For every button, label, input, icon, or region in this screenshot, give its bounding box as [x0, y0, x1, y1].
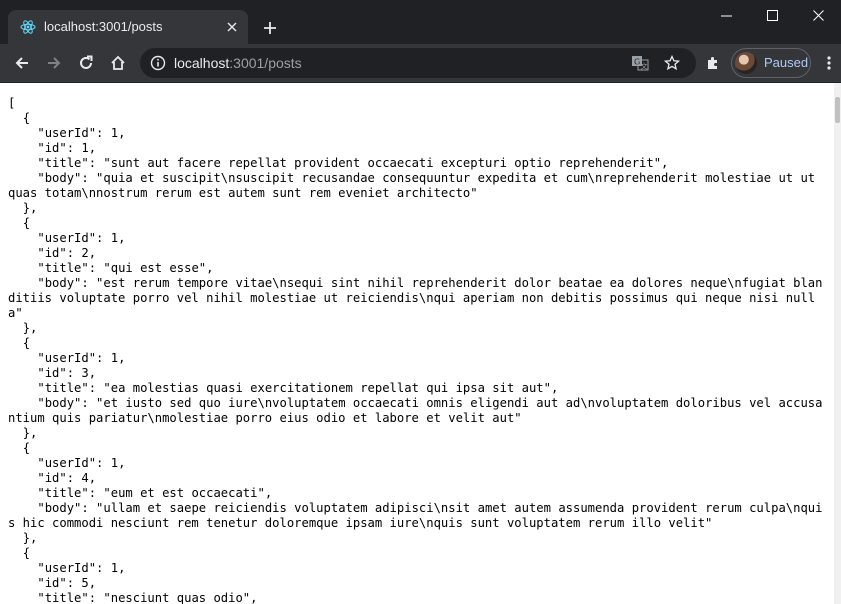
title-bar: localhost:3001/posts: [0, 0, 841, 44]
url-host: localhost: [174, 55, 230, 71]
tab-posts[interactable]: localhost:3001/posts: [8, 10, 248, 44]
url-path: :3001/posts: [229, 55, 302, 71]
star-icon[interactable]: [660, 51, 684, 75]
url-text: localhost:3001/posts: [174, 55, 302, 71]
browser-toolbar: localhost:3001/posts G文 Paused: [0, 44, 841, 83]
minimize-icon[interactable]: [703, 0, 749, 30]
maximize-icon[interactable]: [749, 0, 795, 30]
back-icon[interactable]: [8, 49, 36, 77]
new-tab-button[interactable]: [257, 15, 283, 41]
reload-icon[interactable]: [72, 49, 100, 77]
scrollbar-thumb[interactable]: [835, 97, 840, 123]
svg-text:文: 文: [641, 62, 648, 71]
address-bar[interactable]: localhost:3001/posts G文: [140, 48, 696, 78]
forward-icon[interactable]: [40, 49, 68, 77]
menu-icon[interactable]: [818, 49, 840, 77]
close-icon[interactable]: [795, 0, 841, 30]
profile-button[interactable]: Paused: [731, 48, 811, 78]
profile-status-label: Paused: [764, 55, 809, 70]
react-icon: [20, 19, 36, 35]
json-response-text: [ { "userId": 1, "id": 1, "title": "sunt…: [8, 96, 823, 604]
vertical-scrollbar[interactable]: [834, 83, 841, 604]
translate-icon[interactable]: G文: [628, 51, 652, 75]
home-icon[interactable]: [104, 49, 132, 77]
close-icon[interactable]: [222, 17, 242, 37]
tab-title: localhost:3001/posts: [44, 19, 163, 34]
avatar: [735, 52, 757, 74]
page-content: [ { "userId": 1, "id": 1, "title": "sunt…: [0, 83, 834, 604]
svg-text:G: G: [634, 58, 640, 67]
info-icon[interactable]: [148, 53, 168, 73]
extensions-icon[interactable]: [699, 49, 727, 77]
